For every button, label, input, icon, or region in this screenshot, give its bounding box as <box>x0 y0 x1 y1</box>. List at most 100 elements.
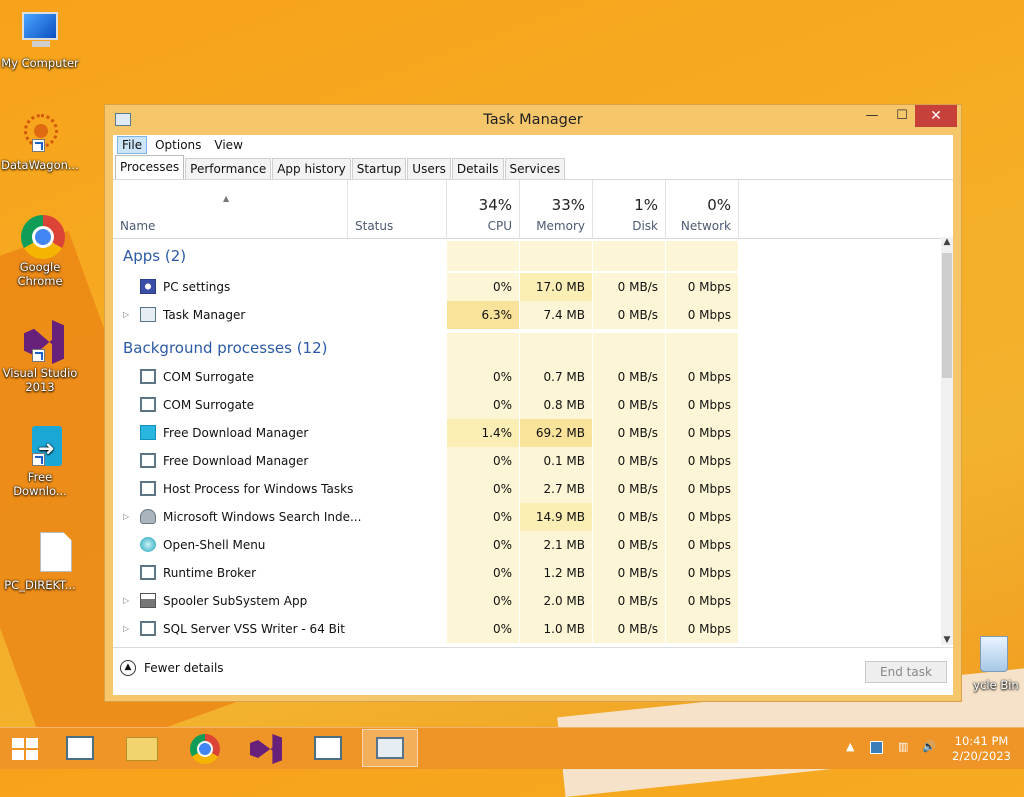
cell-mem: 2.7 MB <box>520 475 593 503</box>
taskmanager-icon <box>376 737 404 759</box>
cell-mem: 0.1 MB <box>520 447 593 475</box>
taskbar-chrome[interactable] <box>176 729 232 767</box>
column-cpu[interactable]: 34% CPU <box>447 180 520 238</box>
tab-app-history[interactable]: App history <box>272 158 351 179</box>
column-memory[interactable]: 33% Memory <box>520 180 593 238</box>
column-header: ▲ Name Status 34% CPU 33% Memory 1% Disk… <box>113 180 953 239</box>
cell-cpu: 0% <box>447 273 520 301</box>
expand-arrow-icon[interactable]: ▷ <box>123 587 129 615</box>
tab-startup[interactable]: Startup <box>351 158 407 179</box>
desktop-icon-pc-direkt[interactable]: PC_DIREKT... <box>0 532 80 592</box>
column-network[interactable]: 0% Network <box>666 180 739 238</box>
table-row[interactable]: ▷ Task Manager 6.3% 7.4 MB 0 MB/s 0 Mbps <box>113 301 941 329</box>
datawagon-icon <box>18 112 62 156</box>
desktop-icon-google-chrome[interactable]: Google Chrome <box>0 214 80 288</box>
cell-mem: 2.0 MB <box>520 587 593 615</box>
group-header[interactable]: Apps (2) <box>113 241 941 271</box>
cell-disk: 0 MB/s <box>593 531 666 559</box>
desktop-icon-my-computer[interactable]: My Computer <box>0 10 80 70</box>
clock-time: 10:41 PM <box>954 734 1009 748</box>
menu-view[interactable]: View <box>209 136 247 154</box>
table-row[interactable]: ▷ SQL Server VSS Writer - 64 Bit 0% 1.0 MB 0… <box>113 615 941 643</box>
expand-arrow-icon[interactable]: ▷ <box>123 615 129 643</box>
group-title: Apps (2) <box>123 247 187 265</box>
group-header[interactable]: Background processes (12) <box>113 333 941 363</box>
system-clock[interactable]: 10:41 PM 2/20/2023 <box>952 734 1011 764</box>
taskbar-app-window-2[interactable] <box>300 729 356 767</box>
desktop-icon-visual-studio[interactable]: Visual Studio 2013 <box>0 320 80 394</box>
table-row[interactable]: Free Download Manager 1.4% 69.2 MB 0 MB/s 0 … <box>113 419 941 447</box>
cell-disk: 0 MB/s <box>593 363 666 391</box>
vertical-scrollbar[interactable]: ▲ ▼ <box>941 237 953 645</box>
taskbar-visual-studio[interactable] <box>238 729 294 767</box>
cpu-total: 34% <box>478 196 512 214</box>
column-status[interactable]: Status <box>348 180 447 238</box>
cell-disk: 0 MB/s <box>593 615 666 643</box>
cell-disk: 0 MB/s <box>593 587 666 615</box>
tab-details[interactable]: Details <box>451 158 504 179</box>
desktop-icon-free-download[interactable]: ➜ Free Downlo... <box>0 424 80 498</box>
desktop-icon-datawagon[interactable]: DataWagon... <box>0 112 80 172</box>
cell-cpu: 0% <box>447 615 520 643</box>
column-disk[interactable]: 1% Disk <box>593 180 666 238</box>
close-button[interactable]: ✕ <box>915 105 957 127</box>
download-icon: ➜ <box>18 424 62 468</box>
process-name: Task Manager <box>163 308 246 322</box>
windows-logo-icon <box>12 738 38 760</box>
tray-overflow-icon[interactable]: ▲ <box>846 740 854 753</box>
end-task-button[interactable]: End task <box>865 661 947 683</box>
table-row[interactable]: Runtime Broker 0% 1.2 MB 0 MB/s 0 Mbps <box>113 559 941 587</box>
desktop-icon-label: PC_DIREKT... <box>4 578 76 592</box>
table-row[interactable]: ▷ Microsoft Windows Search Inde... 0% 14.9 … <box>113 503 941 531</box>
network-icon[interactable]: ▥ <box>898 740 908 753</box>
table-row[interactable]: Host Process for Windows Tasks 0% 2.7 MB 0 … <box>113 475 941 503</box>
table-row[interactable]: ▷ Spooler SubSystem App 0% 2.0 MB 0 MB/s 0 Mb… <box>113 587 941 615</box>
process-name: Runtime Broker <box>163 566 257 580</box>
process-list: Apps (2) PC settings 0% 17.0 MB 0 MB/s 0 Mbps… <box>113 237 941 645</box>
taskbar-app-window[interactable] <box>52 729 108 767</box>
table-row[interactable]: Open-Shell Menu 0% 2.1 MB 0 MB/s 0 Mbps <box>113 531 941 559</box>
start-button[interactable] <box>0 729 56 767</box>
cell-mem: 1.2 MB <box>520 559 593 587</box>
maximize-button[interactable]: ☐ <box>887 105 917 127</box>
menu-file[interactable]: File <box>117 136 148 154</box>
tray-app-icon[interactable] <box>870 741 883 754</box>
cell-mem: 7.4 MB <box>520 301 593 329</box>
clock-date: 2/20/2023 <box>952 749 1011 763</box>
taskbar-file-explorer[interactable] <box>114 729 170 767</box>
minimize-button[interactable]: — <box>857 105 887 127</box>
expand-arrow-icon[interactable]: ▷ <box>123 503 129 531</box>
cell-net: 0 Mbps <box>666 475 739 503</box>
process-name: Free Download Manager <box>163 426 309 440</box>
title-bar[interactable]: Task Manager — ☐ ✕ <box>105 105 961 135</box>
scroll-thumb[interactable] <box>942 253 952 378</box>
scroll-down-icon[interactable]: ▼ <box>941 635 953 645</box>
table-row[interactable]: COM Surrogate 0% 0.8 MB 0 MB/s 0 Mbps <box>113 391 941 419</box>
tab-processes[interactable]: Processes <box>115 155 185 179</box>
tab-users[interactable]: Users <box>407 158 451 179</box>
window-title: Task Manager <box>483 112 583 128</box>
expand-arrow-icon[interactable]: ▷ <box>123 301 129 329</box>
table-row[interactable]: Free Download Manager 0% 0.1 MB 0 MB/s 0 Mbp… <box>113 447 941 475</box>
column-name[interactable]: ▲ Name <box>113 180 348 238</box>
table-row[interactable]: COM Surrogate 0% 0.7 MB 0 MB/s 0 Mbps <box>113 363 941 391</box>
desktop-icon-label: ycle Bin <box>973 678 1019 692</box>
scroll-up-icon[interactable]: ▲ <box>941 237 953 247</box>
desktop-icon-label: Google Chrome <box>17 260 63 288</box>
volume-icon[interactable]: 🔊 <box>922 740 936 753</box>
tab-performance[interactable]: Performance <box>185 158 272 179</box>
fewer-details-button[interactable]: ▲ Fewer details <box>120 660 224 676</box>
tab-services[interactable]: Services <box>504 158 566 179</box>
taskbar-task-manager[interactable] <box>362 729 418 767</box>
window-icon <box>140 453 156 468</box>
table-row[interactable]: PC settings 0% 17.0 MB 0 MB/s 0 Mbps <box>113 273 941 301</box>
process-name: COM Surrogate <box>163 398 255 412</box>
process-name: Open-Shell Menu <box>163 538 266 552</box>
sort-up-icon: ▲ <box>223 194 230 203</box>
file-icon <box>18 532 72 576</box>
menu-options[interactable]: Options <box>150 136 206 154</box>
desktop-icon-label: Visual Studio 2013 <box>2 366 78 394</box>
menu-bar: File Options View <box>113 135 953 155</box>
computer-icon <box>18 10 62 54</box>
cell-cpu: 0% <box>447 391 520 419</box>
